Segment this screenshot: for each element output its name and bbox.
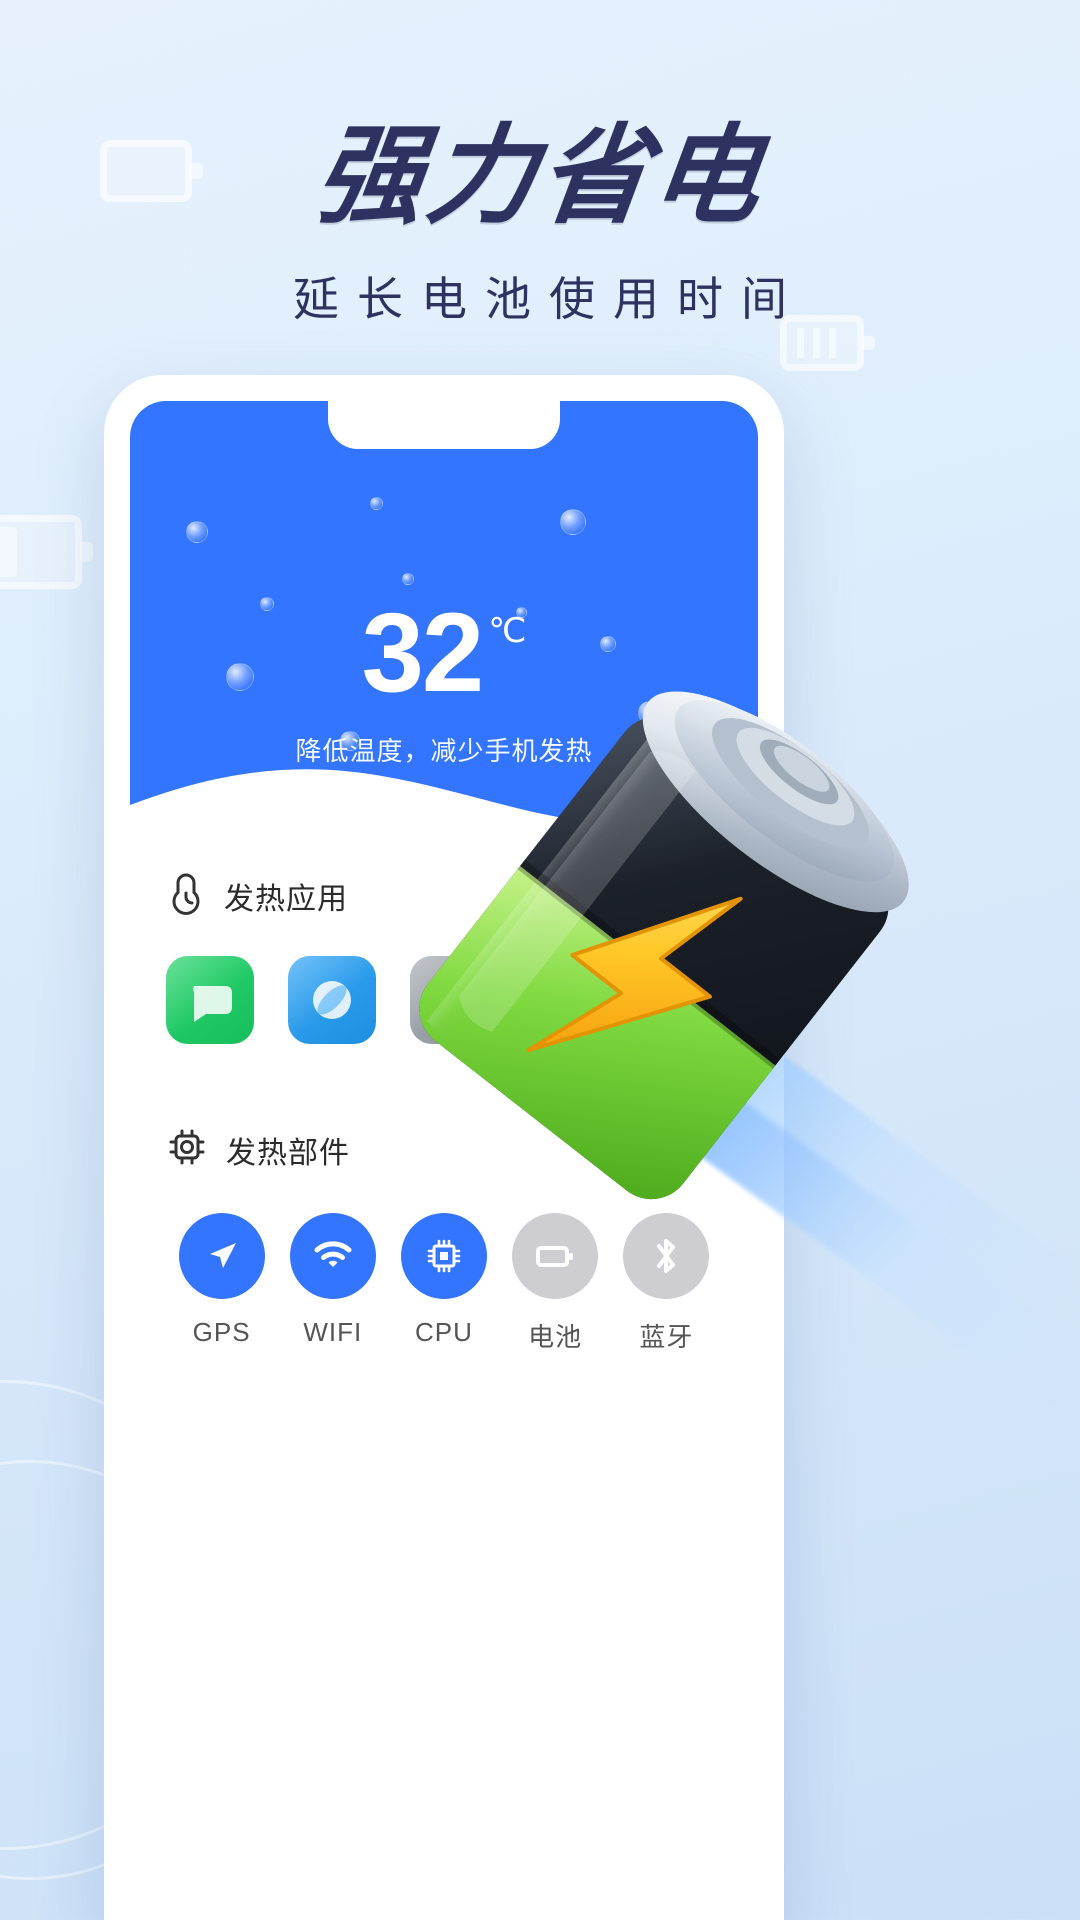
component-label: GPS — [192, 1317, 251, 1347]
section-title: 发热部件 — [226, 1136, 350, 1170]
component-label: WIFI — [303, 1317, 363, 1347]
headline-block: 强力省电 延长电池使用时间 — [0, 114, 1080, 329]
cpu-chip-icon — [166, 1126, 208, 1173]
component-gps[interactable]: GPS — [166, 1213, 277, 1354]
charging-battery-3d-icon — [380, 640, 940, 1260]
messages-app-icon[interactable] — [166, 956, 254, 1044]
phone-notch — [328, 401, 560, 449]
component-wifi[interactable]: WIFI — [277, 1213, 388, 1354]
bubble-decor — [402, 573, 414, 585]
wifi-icon — [289, 1213, 376, 1299]
thermometer-icon — [166, 871, 206, 920]
component-label: 蓝牙 — [639, 1322, 694, 1352]
bubble-decor — [560, 509, 586, 535]
component-label: 电池 — [528, 1322, 583, 1352]
bubble-decor — [186, 521, 208, 543]
location-arrow-icon — [178, 1213, 265, 1299]
page-subtitle: 延长电池使用时间 — [293, 273, 805, 326]
browser-app-icon[interactable] — [288, 956, 376, 1044]
bubble-decor — [370, 497, 383, 510]
section-title: 发热应用 — [224, 882, 348, 916]
component-label: CPU — [415, 1317, 473, 1347]
page-title: 强力省电 — [308, 114, 772, 239]
ghost-battery-icon-3 — [0, 515, 82, 589]
